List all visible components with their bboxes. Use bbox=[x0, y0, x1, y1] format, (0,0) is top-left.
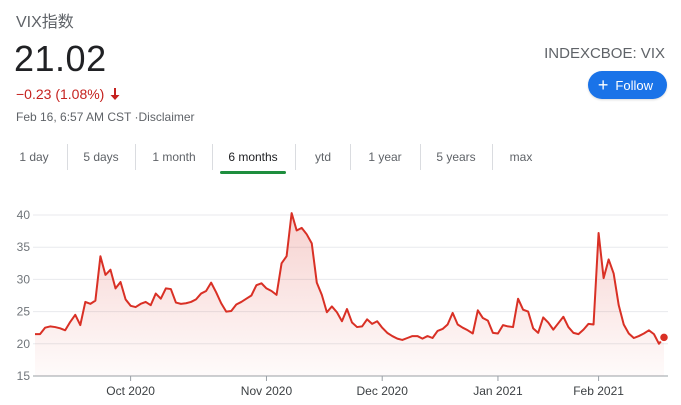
disclaimer-link[interactable]: Disclaimer bbox=[139, 110, 195, 124]
tab-label: 5 years bbox=[436, 150, 476, 164]
x-tick-label: Oct 2020 bbox=[106, 384, 155, 398]
current-price-dot bbox=[658, 332, 670, 343]
y-tick-label: 40 bbox=[17, 208, 31, 222]
x-tick-label: Dec 2020 bbox=[357, 384, 409, 398]
y-tick-label: 35 bbox=[17, 240, 31, 254]
tab-separator bbox=[420, 144, 421, 170]
tab-label: 6 months bbox=[228, 150, 278, 164]
tab-5-years[interactable]: 5 years bbox=[431, 142, 481, 164]
timestamp: Feb 16, 6:57 AM CST · bbox=[16, 110, 139, 124]
y-tick-label: 25 bbox=[17, 305, 31, 319]
tab-1-month[interactable]: 1 month bbox=[148, 142, 200, 164]
tab-separator bbox=[350, 144, 351, 170]
y-tick-label: 30 bbox=[17, 272, 31, 286]
tab-1-day[interactable]: 1 day bbox=[14, 142, 54, 164]
tab-label: 1 month bbox=[152, 150, 196, 164]
x-tick-label: Nov 2020 bbox=[241, 384, 293, 398]
tab-5-days[interactable]: 5 days bbox=[79, 142, 123, 164]
current-price: 21.02 bbox=[14, 38, 107, 79]
follow-button[interactable]: + Follow bbox=[587, 71, 667, 99]
plus-icon: + bbox=[597, 75, 609, 95]
page-title: VIX指数 bbox=[16, 14, 74, 31]
timestamp-line: Feb 16, 6:57 AM CST ·Disclaimer bbox=[16, 110, 195, 124]
follow-label: Follow bbox=[615, 77, 653, 93]
tab-6-months[interactable]: 6 months bbox=[220, 142, 286, 174]
price-area-fill bbox=[35, 213, 664, 376]
exchange-symbol: INDEXCBOE: VIX bbox=[544, 45, 665, 62]
price-change-value: −0.23 (1.08%) bbox=[16, 86, 105, 102]
price-change: −0.23 (1.08%) bbox=[16, 86, 120, 102]
y-tick-label: 15 bbox=[17, 369, 31, 383]
tab-ytd[interactable]: ytd bbox=[311, 142, 335, 164]
tab-separator bbox=[295, 144, 296, 170]
arrow-down-icon bbox=[110, 88, 120, 100]
price-chart[interactable]: 15 20 25 30 35 40 Oct 2020 Nov 2020 Dec 2020 Jan … bbox=[0, 195, 681, 405]
tab-separator bbox=[67, 144, 68, 170]
tab-label: max bbox=[509, 150, 533, 164]
tab-label: 1 day bbox=[19, 150, 49, 164]
active-tab-indicator bbox=[220, 171, 286, 174]
y-tick-label: 20 bbox=[17, 337, 31, 351]
tab-separator bbox=[212, 144, 213, 170]
tab-label: 5 days bbox=[83, 150, 119, 164]
tab-label: 1 year bbox=[368, 150, 402, 164]
tab-separator bbox=[492, 144, 493, 170]
x-tick-label: Jan 2021 bbox=[473, 384, 523, 398]
tab-1-year[interactable]: 1 year bbox=[363, 142, 407, 164]
tab-label: ytd bbox=[314, 150, 331, 164]
tab-max[interactable]: max bbox=[506, 142, 536, 164]
tab-separator bbox=[135, 144, 136, 170]
x-tick-label: Feb 2021 bbox=[573, 384, 624, 398]
